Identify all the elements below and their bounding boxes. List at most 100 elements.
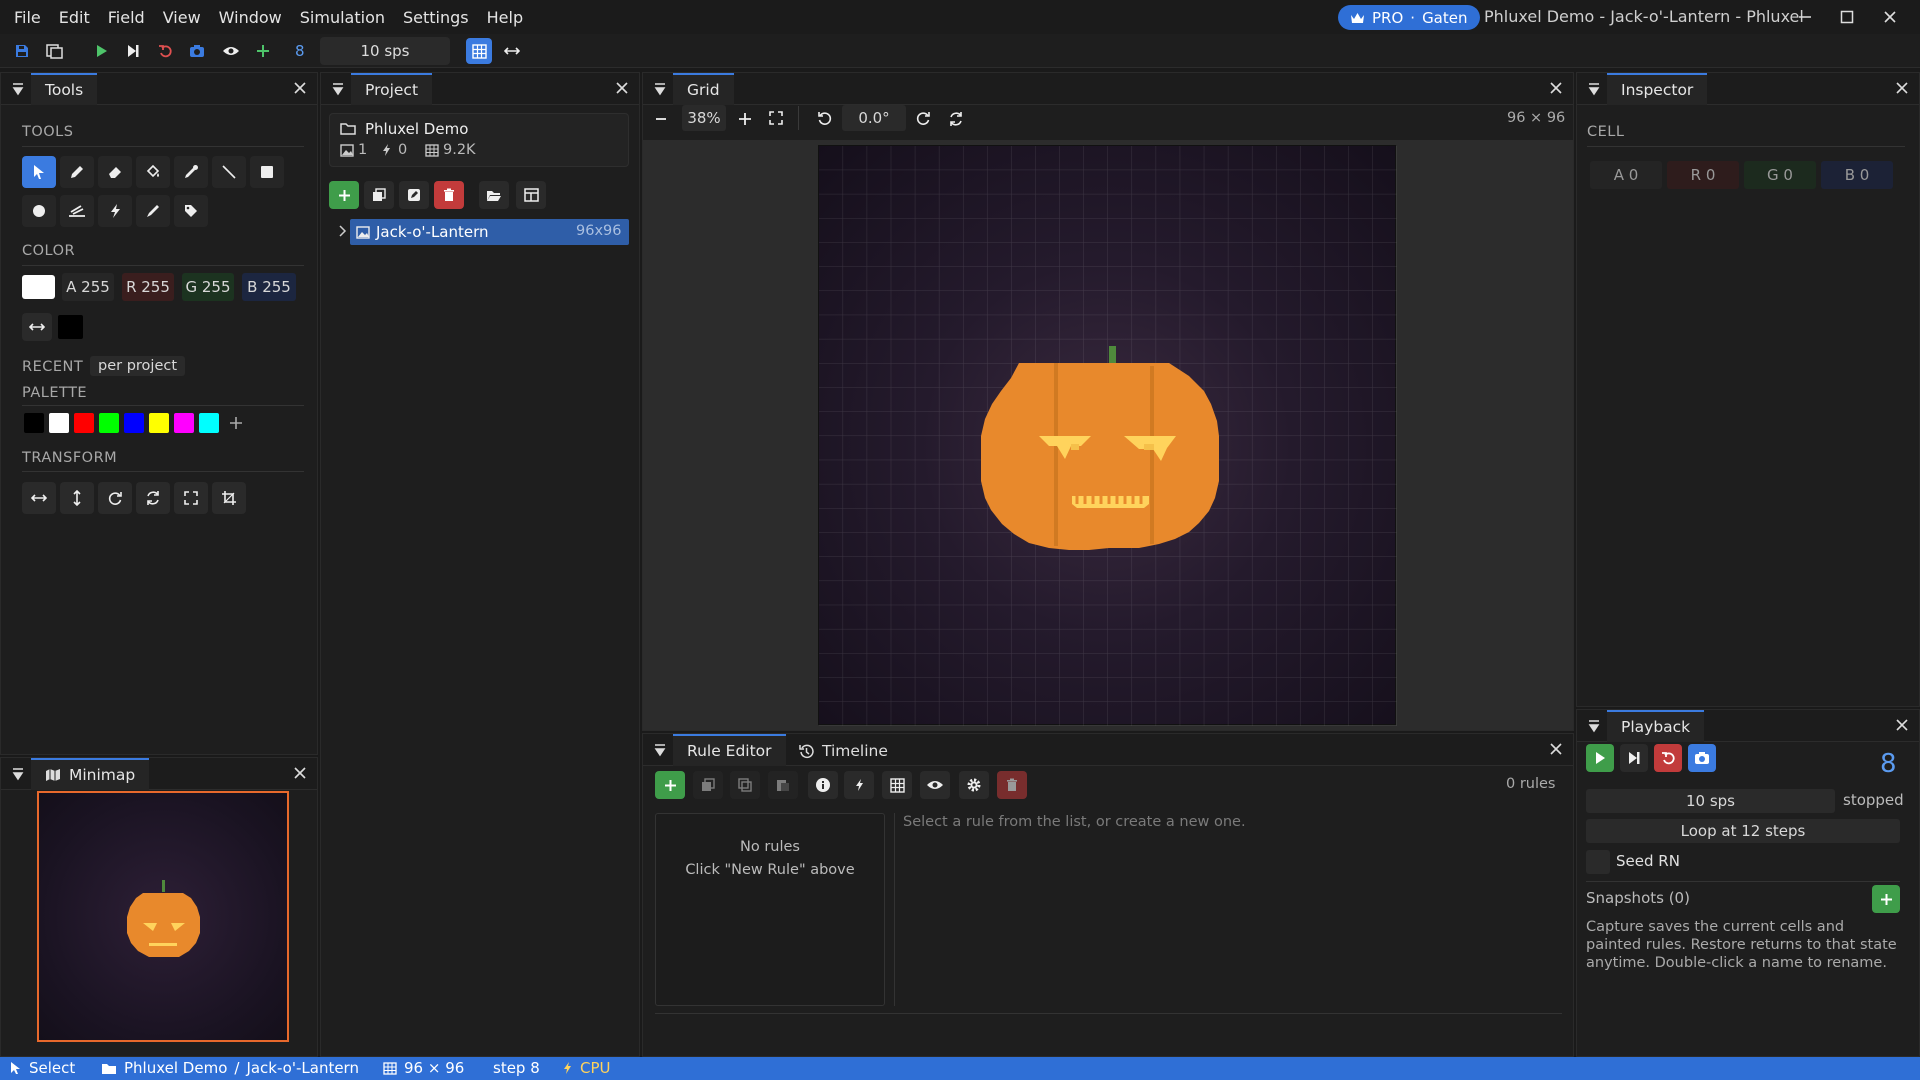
close-icon[interactable] [1549, 742, 1563, 756]
rotate-ccw-icon[interactable] [817, 111, 832, 126]
tab-inspector[interactable]: Inspector [1607, 73, 1708, 105]
new-image-button[interactable] [329, 181, 359, 209]
color-blue[interactable]: B 255 [242, 273, 296, 301]
delete-icon[interactable] [434, 181, 464, 209]
lightning-icon[interactable] [844, 771, 874, 799]
gear-icon[interactable] [959, 771, 989, 799]
rename-icon[interactable] [399, 181, 429, 209]
collapse-icon[interactable] [653, 82, 667, 96]
fit-icon[interactable] [174, 482, 208, 514]
tag-tool[interactable] [174, 195, 208, 227]
eyedropper-tool[interactable] [174, 156, 208, 188]
tab-rule-editor[interactable]: Rule Editor [673, 734, 786, 766]
secondary-color-swatch[interactable] [58, 315, 83, 339]
camera-icon[interactable] [184, 38, 210, 64]
menu-settings[interactable]: Settings [394, 8, 478, 27]
step-icon[interactable] [120, 38, 146, 64]
zoom-in-icon[interactable] [738, 112, 752, 126]
delete-rule-icon[interactable] [997, 771, 1027, 799]
flip-vertical-icon[interactable] [60, 482, 94, 514]
select-tool[interactable] [22, 156, 56, 188]
crop-icon[interactable] [212, 482, 246, 514]
rotate-cw-icon[interactable] [916, 111, 931, 126]
rotate-cw-icon[interactable] [98, 482, 132, 514]
save-icon[interactable] [9, 38, 35, 64]
swap-horizontal-icon[interactable] [499, 38, 525, 64]
recent-scope[interactable]: per project [90, 356, 186, 376]
save-all-icon[interactable] [42, 38, 68, 64]
rectangle-tool[interactable] [250, 156, 284, 188]
reset-icon[interactable] [152, 38, 178, 64]
tab-tools[interactable]: Tools [31, 73, 98, 105]
brush-tool[interactable] [136, 195, 170, 227]
fill-bucket-tool[interactable] [136, 156, 170, 188]
current-color-swatch[interactable] [22, 275, 55, 299]
sps-field[interactable]: 10 sps [320, 37, 450, 65]
tab-grid[interactable]: Grid [673, 73, 734, 105]
close-icon[interactable] [293, 766, 307, 780]
add-icon[interactable] [250, 38, 276, 64]
paste-rule-icon[interactable] [768, 771, 798, 799]
loop-setting[interactable]: Loop at 12 steps [1586, 819, 1900, 843]
palette-swatch-yellow[interactable] [149, 413, 169, 433]
rotate-both-icon[interactable] [136, 482, 170, 514]
color-alpha[interactable]: A 255 [62, 273, 114, 301]
circle-tool[interactable] [22, 195, 56, 227]
maximize-icon[interactable] [1832, 4, 1862, 30]
pixel-canvas[interactable] [818, 145, 1397, 726]
lightning-tool[interactable] [98, 195, 132, 227]
pencil-tool[interactable] [60, 156, 94, 188]
menu-view[interactable]: View [154, 8, 210, 27]
collapse-icon[interactable] [1587, 82, 1601, 96]
capture-button[interactable] [1688, 744, 1716, 772]
tab-minimap[interactable]: Minimap [31, 758, 150, 790]
menu-file[interactable]: File [0, 8, 50, 27]
close-icon[interactable] [1895, 81, 1909, 95]
playback-sps-field[interactable]: 10 sps [1586, 789, 1835, 813]
palette-swatch-black[interactable] [24, 413, 44, 433]
status-tool[interactable]: Select [10, 1059, 75, 1077]
tab-playback[interactable]: Playback [1607, 710, 1705, 742]
collapse-icon[interactable] [1587, 719, 1601, 733]
pro-badge[interactable]: PRO · Gaten [1338, 5, 1480, 30]
eye-icon[interactable] [218, 38, 244, 64]
collapse-icon[interactable] [331, 82, 345, 96]
line-tool[interactable] [212, 156, 246, 188]
play-icon[interactable] [88, 38, 114, 64]
grid-toggle-icon[interactable] [466, 38, 492, 64]
close-icon[interactable] [615, 81, 629, 95]
eraser-tool[interactable] [98, 156, 132, 188]
reset-rotation-icon[interactable] [948, 111, 964, 127]
palette-swatch-white[interactable] [49, 413, 69, 433]
new-rule-button[interactable] [655, 771, 685, 799]
reset-button[interactable] [1654, 744, 1682, 772]
color-green[interactable]: G 255 [182, 273, 234, 301]
minimize-icon[interactable] [1790, 4, 1820, 30]
palette-swatch-magenta[interactable] [174, 413, 194, 433]
fit-view-icon[interactable] [769, 111, 783, 125]
collapse-icon[interactable] [653, 743, 667, 757]
chevron-right-icon[interactable] [337, 225, 347, 237]
close-window-icon[interactable] [1875, 4, 1905, 30]
grid-icon[interactable] [882, 771, 912, 799]
eye-icon[interactable] [920, 771, 950, 799]
close-icon[interactable] [293, 81, 307, 95]
menu-field[interactable]: Field [99, 8, 154, 27]
duplicate-rule-icon[interactable] [693, 771, 723, 799]
play-button[interactable] [1586, 744, 1614, 772]
add-snapshot-button[interactable] [1872, 885, 1900, 913]
minimap-viewport[interactable] [37, 791, 289, 1042]
add-palette-color-icon[interactable] [226, 413, 246, 433]
palette-swatch-blue[interactable] [124, 413, 144, 433]
duplicate-icon[interactable] [364, 181, 394, 209]
smudge-tool[interactable] [60, 195, 94, 227]
close-icon[interactable] [1549, 81, 1563, 95]
palette-swatch-cyan[interactable] [199, 413, 219, 433]
menu-edit[interactable]: Edit [50, 8, 99, 27]
open-folder-icon[interactable] [479, 181, 509, 209]
status-path[interactable]: Phluxel Demo / Jack-o'-Lantern [101, 1059, 359, 1077]
tab-project[interactable]: Project [351, 73, 433, 105]
zoom-field[interactable]: 38% [682, 105, 726, 131]
menu-help[interactable]: Help [478, 8, 532, 27]
collapse-icon[interactable] [11, 767, 25, 781]
